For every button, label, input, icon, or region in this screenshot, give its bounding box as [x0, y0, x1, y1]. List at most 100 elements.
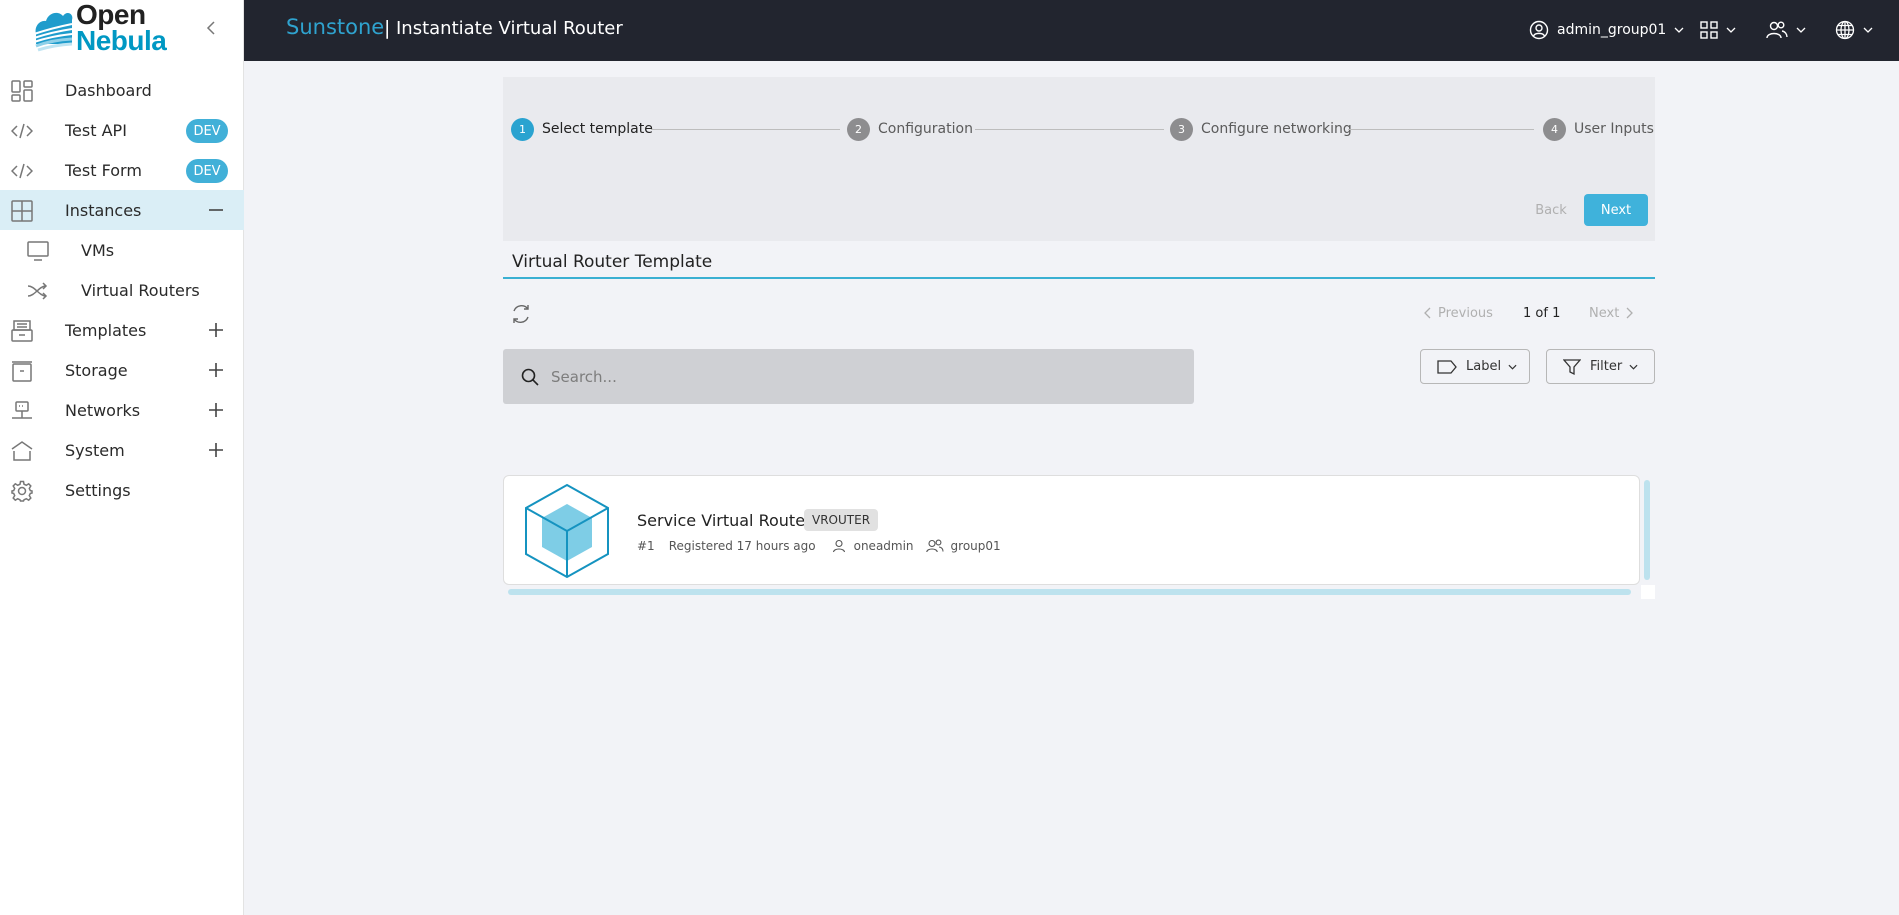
shuffle-icon: [27, 282, 48, 300]
previous-label: Previous: [1438, 305, 1493, 321]
user-name: admin_group01: [1557, 22, 1667, 38]
step-number: 4: [1543, 117, 1566, 141]
sidebar-item-vms[interactable]: VMs: [0, 230, 244, 270]
user-circle-icon: [1529, 20, 1549, 40]
sidebar: Open Nebula Dashboard Test API DEV Test …: [0, 0, 244, 915]
plus-icon[interactable]: [206, 360, 226, 380]
sidebar-item-label: Test Form: [65, 160, 142, 180]
globe-icon: [1835, 20, 1855, 40]
step-connector: [975, 129, 1164, 130]
chevron-left-icon: [1424, 307, 1431, 319]
chevron-down-icon: [1629, 364, 1638, 370]
sidebar-item-storage[interactable]: Storage: [0, 350, 244, 390]
dev-badge: DEV: [186, 119, 228, 143]
dashboard-icon: [11, 80, 33, 102]
search-icon: [521, 368, 539, 386]
sidebar-item-networks[interactable]: Networks: [0, 390, 244, 430]
chevron-down-icon: [1508, 364, 1517, 370]
top-header: Sunstone | Instantiate Virtual Router ad…: [244, 0, 1899, 61]
page-count: 1 of 1: [1523, 305, 1561, 321]
step-configuration[interactable]: 2 Configuration: [847, 117, 973, 141]
brand-name: Sunstone: [286, 15, 385, 39]
collapse-sidebar-button[interactable]: [200, 16, 222, 40]
previous-page-button[interactable]: Previous: [1424, 303, 1493, 323]
vertical-scrollbar[interactable]: [1644, 480, 1650, 580]
step-label: Configure networking: [1201, 121, 1352, 137]
next-button[interactable]: Next: [1584, 194, 1648, 226]
refresh-button[interactable]: [509, 302, 533, 326]
template-name: Service Virtual Router: [637, 511, 812, 530]
template-owner: oneadmin: [853, 539, 914, 553]
step-connector: [651, 129, 840, 130]
back-button[interactable]: Back: [1526, 194, 1576, 226]
filter-button[interactable]: Filter: [1546, 349, 1655, 384]
sidebar-item-label: Networks: [65, 400, 141, 420]
user-menu-button[interactable]: admin_group01: [1529, 16, 1684, 44]
label-button-text: Label: [1466, 359, 1502, 374]
groups-menu-button[interactable]: [1766, 16, 1806, 44]
step-number: 1: [511, 117, 534, 141]
step-user-inputs[interactable]: 4 User Inputs: [1543, 117, 1654, 141]
step-configure-networking[interactable]: 3 Configure networking: [1170, 117, 1352, 141]
page-title: Instantiate Virtual Router: [396, 18, 623, 39]
sidebar-item-label: Instances: [65, 200, 142, 220]
sidebar-item-label: Dashboard: [65, 80, 152, 100]
template-registered: Registered 17 hours ago: [668, 539, 816, 553]
sidebar-item-label: System: [65, 440, 125, 460]
home-icon: [11, 441, 33, 461]
sidebar-item-label: Storage: [65, 360, 128, 380]
sidebar-item-label: VMs: [81, 240, 115, 260]
storage-icon: [12, 361, 32, 382]
sidebar-item-test-form[interactable]: Test Form DEV: [0, 150, 244, 190]
sidebar-item-test-api[interactable]: Test API DEV: [0, 110, 244, 150]
language-menu-button[interactable]: [1835, 16, 1873, 44]
monitor-icon: [27, 241, 49, 261]
chevron-left-icon: [206, 21, 215, 35]
sidebar-item-instances[interactable]: Instances: [0, 190, 244, 230]
next-label: Next: [1589, 305, 1620, 321]
plus-icon[interactable]: [206, 400, 226, 420]
instances-icon: [11, 200, 33, 222]
gear-icon: [11, 480, 33, 502]
dev-badge: DEV: [186, 159, 228, 183]
sidebar-item-label: Templates: [65, 320, 147, 340]
template-id: #1: [637, 539, 655, 553]
cloud-logo-icon: [33, 12, 73, 52]
sidebar-item-label: Test API: [65, 120, 127, 140]
step-number: 3: [1170, 117, 1193, 141]
sidebar-item-templates[interactable]: Templates: [0, 310, 244, 350]
template-group: group01: [950, 539, 1001, 553]
sidebar-item-label: Virtual Routers: [81, 280, 200, 300]
sidebar-item-settings[interactable]: Settings: [0, 470, 244, 510]
horizontal-scrollbar[interactable]: [508, 589, 1631, 595]
user-icon: [832, 539, 845, 553]
minus-icon[interactable]: [206, 200, 226, 220]
sidebar-item-dashboard[interactable]: Dashboard: [0, 70, 244, 110]
group-icon: [925, 539, 944, 553]
chevron-down-icon: [1863, 27, 1873, 33]
next-page-button[interactable]: Next: [1589, 303, 1634, 323]
views-menu-button[interactable]: [1700, 16, 1736, 44]
sidebar-item-virtual-routers[interactable]: Virtual Routers: [0, 270, 244, 310]
search-input[interactable]: [551, 349, 1181, 404]
grid-icon: [1700, 21, 1718, 39]
template-type-tag: VROUTER: [804, 509, 879, 531]
label-filter-button[interactable]: Label: [1420, 349, 1530, 384]
scrollbar-corner: [1641, 585, 1655, 599]
template-meta: #1 Registered 17 hours ago oneadmin grou…: [637, 537, 1001, 555]
step-label: Configuration: [878, 121, 973, 137]
step-number: 2: [847, 117, 870, 141]
chevron-down-icon: [1796, 27, 1806, 33]
chevron-down-icon: [1674, 27, 1684, 33]
filter-button-text: Filter: [1590, 359, 1623, 374]
plus-icon[interactable]: [206, 440, 226, 460]
tag-icon: [1437, 359, 1457, 374]
stepper-panel: 1 Select template 2 Configuration 3 Conf…: [503, 77, 1655, 241]
opennebula-logo[interactable]: Open Nebula: [32, 1, 177, 55]
template-card[interactable]: Service Virtual Router VROUTER #1 Regist…: [503, 475, 1640, 585]
plus-icon[interactable]: [206, 320, 226, 340]
step-label: Select template: [542, 121, 653, 137]
step-select-template[interactable]: 1 Select template: [511, 117, 653, 141]
sidebar-item-system[interactable]: System: [0, 430, 244, 470]
chevron-down-icon: [1726, 27, 1736, 33]
